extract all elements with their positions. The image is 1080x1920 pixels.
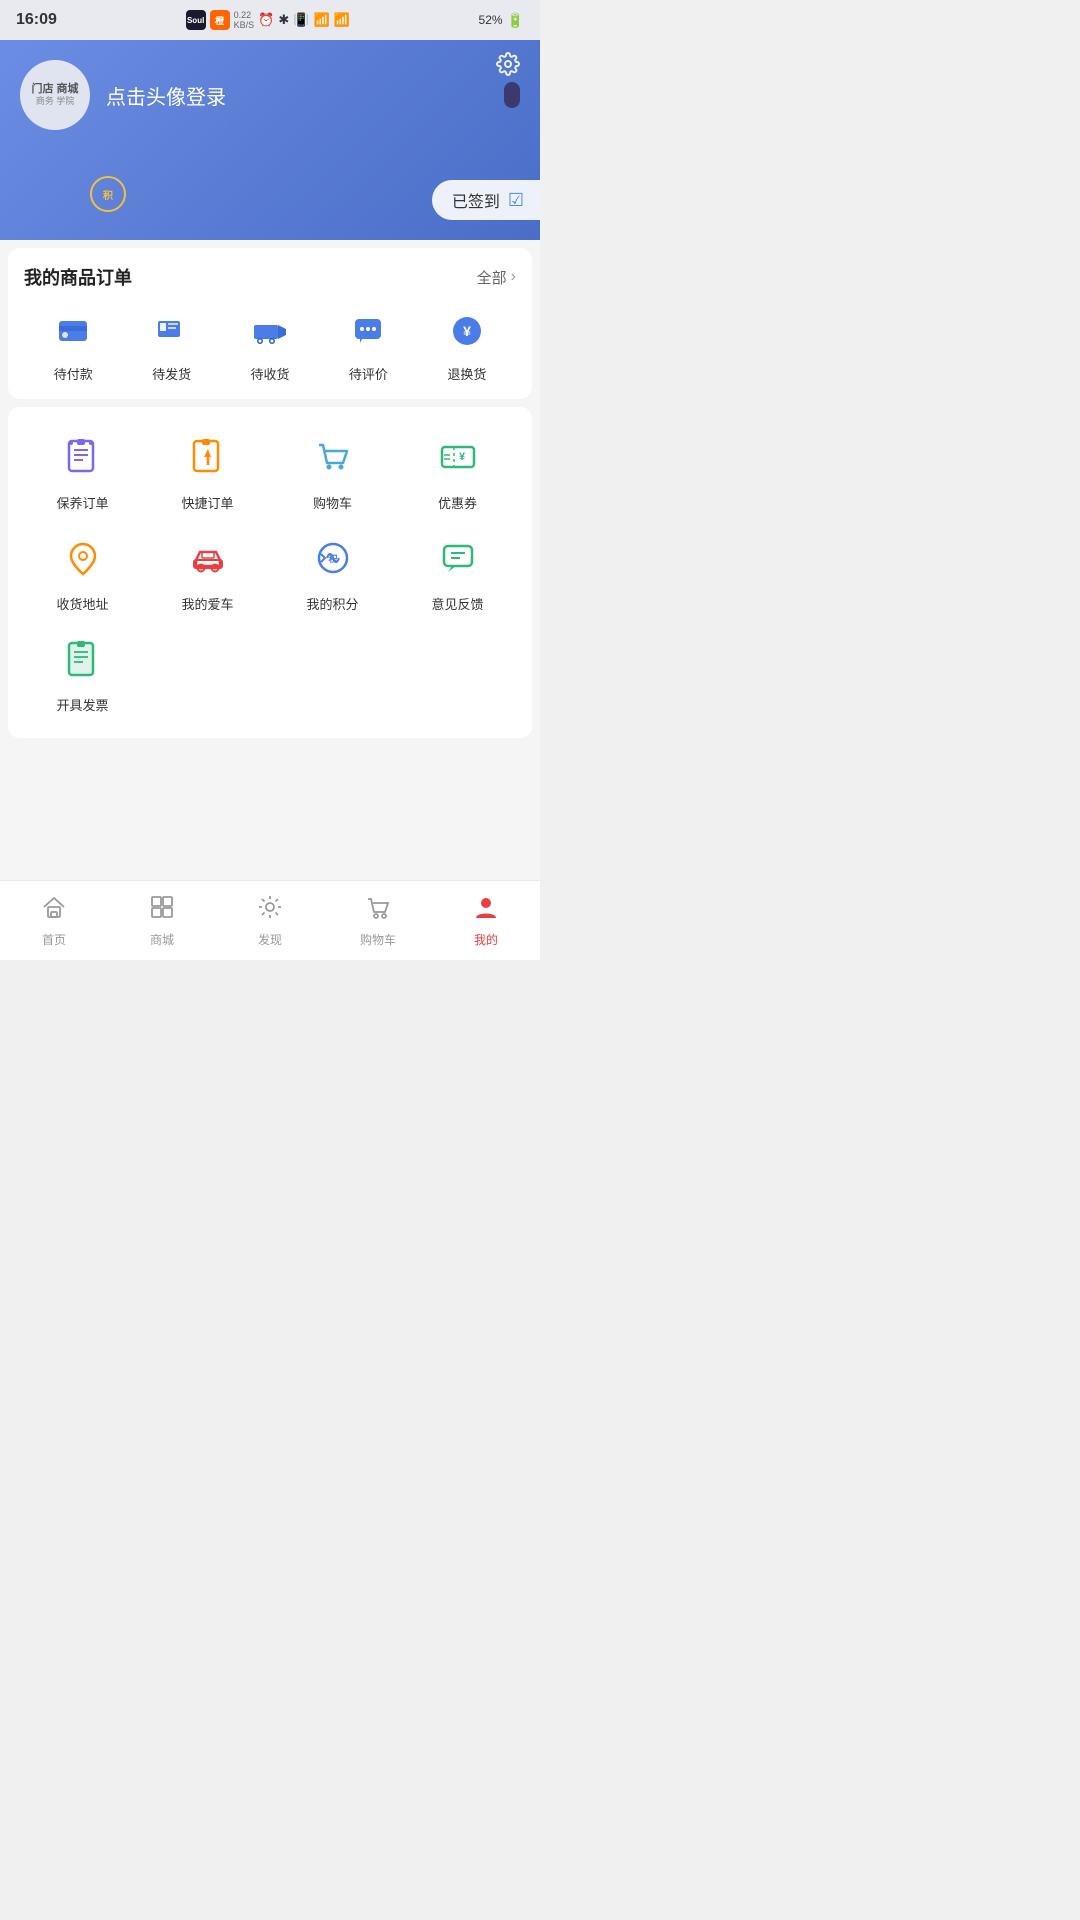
features-grid: 保养订单 快捷订单	[24, 423, 516, 722]
feedback-label: 意见反馈	[431, 594, 483, 613]
maintenance-order-icon	[57, 431, 109, 483]
pending-payment-label: 待付款	[54, 364, 93, 383]
pending-ship-icon	[147, 306, 197, 356]
pill-decoration	[504, 82, 520, 108]
nav-discover-label: 发现	[258, 931, 282, 948]
shipping-address-icon	[57, 532, 109, 584]
nav-mall[interactable]: 商城	[108, 886, 216, 956]
pending-review-icon	[343, 306, 393, 356]
orders-card: 我的商品订单 全部 › 待付款	[8, 248, 532, 399]
feature-invoice[interactable]: 开具发票	[24, 633, 141, 714]
nav-cart[interactable]: 购物车	[324, 886, 432, 956]
svg-text:积: 积	[328, 553, 337, 564]
feature-shopping-cart[interactable]: 购物车	[274, 431, 391, 512]
chat-app-icon: 橙	[210, 10, 230, 30]
signal-icon: 📶	[313, 12, 329, 28]
points-icon: 积	[103, 187, 113, 202]
feature-my-points[interactable]: 积 我的积分	[274, 532, 391, 613]
chevron-right-icon: ›	[511, 268, 516, 286]
pending-receive-icon	[245, 306, 295, 356]
home-icon	[41, 894, 67, 927]
points-badge[interactable]: 积	[90, 176, 126, 212]
return-icon: ¥	[442, 306, 492, 356]
cart-nav-icon	[365, 894, 391, 927]
shopping-cart-label: 购物车	[313, 493, 352, 512]
profile-header: 门店 商城 商务 学院 点击头像登录 积 已签到 ☑	[0, 40, 540, 240]
invoice-icon	[57, 633, 109, 685]
status-time: 16:09	[16, 11, 57, 29]
order-icons-row: 待付款 待发货	[24, 306, 516, 383]
order-pending-ship[interactable]: 待发货	[122, 306, 220, 383]
signed-label: 已签到	[452, 188, 500, 212]
alarm-icon: ⏰	[258, 12, 274, 28]
shipping-address-label: 收货地址	[56, 594, 108, 613]
signal-4g-icon: 📶	[334, 12, 350, 28]
express-order-icon	[182, 431, 234, 483]
status-right: 52% 🔋	[479, 12, 524, 29]
nav-home-label: 首页	[42, 931, 66, 948]
battery-percent: 52%	[479, 13, 503, 27]
my-points-label: 我的积分	[306, 594, 358, 613]
orders-header: 我的商品订单 全部 ›	[24, 264, 516, 290]
mine-icon	[473, 894, 499, 927]
login-prompt[interactable]: 点击头像登录	[106, 81, 480, 110]
signed-button[interactable]: 已签到 ☑	[432, 180, 540, 220]
battery-icon: 🔋	[507, 12, 524, 29]
check-icon: ☑	[508, 190, 524, 211]
feature-shipping-address[interactable]: 收货地址	[24, 532, 141, 613]
maintenance-order-label: 保养订单	[56, 493, 108, 512]
bottom-nav: 首页 商城 发现	[0, 880, 540, 960]
network-speed: 0.22KB/S	[234, 10, 255, 30]
express-order-label: 快捷订单	[181, 493, 233, 512]
shopping-cart-icon	[307, 431, 359, 483]
coupon-icon: ¥	[432, 431, 484, 483]
status-apps: Soul 橙 0.22KB/S ⏰ ✱ 📳 📶 📶	[186, 10, 350, 30]
pending-ship-label: 待发货	[152, 364, 191, 383]
feedback-icon	[432, 532, 484, 584]
orders-more-button[interactable]: 全部 ›	[477, 267, 516, 288]
profile-row: 门店 商城 商务 学院 点击头像登录	[20, 60, 520, 130]
nav-mine-label: 我的	[474, 931, 498, 948]
discover-icon	[257, 894, 283, 927]
main-content[interactable]: 门店 商城 商务 学院 点击头像登录 积 已签到 ☑ 我的商品订单 全部 ›	[0, 40, 540, 880]
settings-button[interactable]	[496, 52, 520, 82]
pending-review-label: 待评价	[349, 364, 388, 383]
svg-text:¥: ¥	[458, 451, 465, 463]
feature-feedback[interactable]: 意见反馈	[399, 532, 516, 613]
orders-more-label: 全部	[477, 267, 507, 288]
my-car-icon	[182, 532, 234, 584]
nav-mall-label: 商城	[150, 931, 174, 948]
avatar[interactable]: 门店 商城 商务 学院	[20, 60, 90, 130]
my-car-label: 我的爱车	[181, 594, 233, 613]
order-pending-receive[interactable]: 待收货	[221, 306, 319, 383]
nav-discover[interactable]: 发现	[216, 886, 324, 956]
my-points-icon: 积	[307, 532, 359, 584]
order-pending-review[interactable]: 待评价	[319, 306, 417, 383]
feature-my-car[interactable]: 我的爱车	[149, 532, 266, 613]
order-pending-payment[interactable]: 待付款	[24, 306, 122, 383]
coupon-label: 优惠券	[438, 493, 477, 512]
invoice-label: 开具发票	[56, 695, 108, 714]
pending-receive-label: 待收货	[251, 364, 290, 383]
svg-text:¥: ¥	[463, 323, 471, 339]
mall-icon	[149, 894, 175, 927]
nav-cart-label: 购物车	[360, 931, 396, 948]
pending-payment-icon	[48, 306, 98, 356]
nav-home[interactable]: 首页	[0, 886, 108, 956]
order-return[interactable]: ¥ 退换货	[418, 306, 516, 383]
status-bar: 16:09 Soul 橙 0.22KB/S ⏰ ✱ 📳 📶 📶 52% 🔋	[0, 0, 540, 40]
orders-title: 我的商品订单	[24, 264, 132, 290]
feature-coupon[interactable]: ¥ 优惠券	[399, 431, 516, 512]
features-card: 保养订单 快捷订单	[8, 407, 532, 738]
nav-mine[interactable]: 我的	[432, 886, 540, 956]
vibrate-icon: 📳	[293, 12, 309, 28]
bluetooth-icon: ✱	[278, 12, 289, 28]
feature-maintenance-order[interactable]: 保养订单	[24, 431, 141, 512]
soul-app-icon: Soul	[186, 10, 206, 30]
return-label: 退换货	[447, 364, 486, 383]
feature-express-order[interactable]: 快捷订单	[149, 431, 266, 512]
